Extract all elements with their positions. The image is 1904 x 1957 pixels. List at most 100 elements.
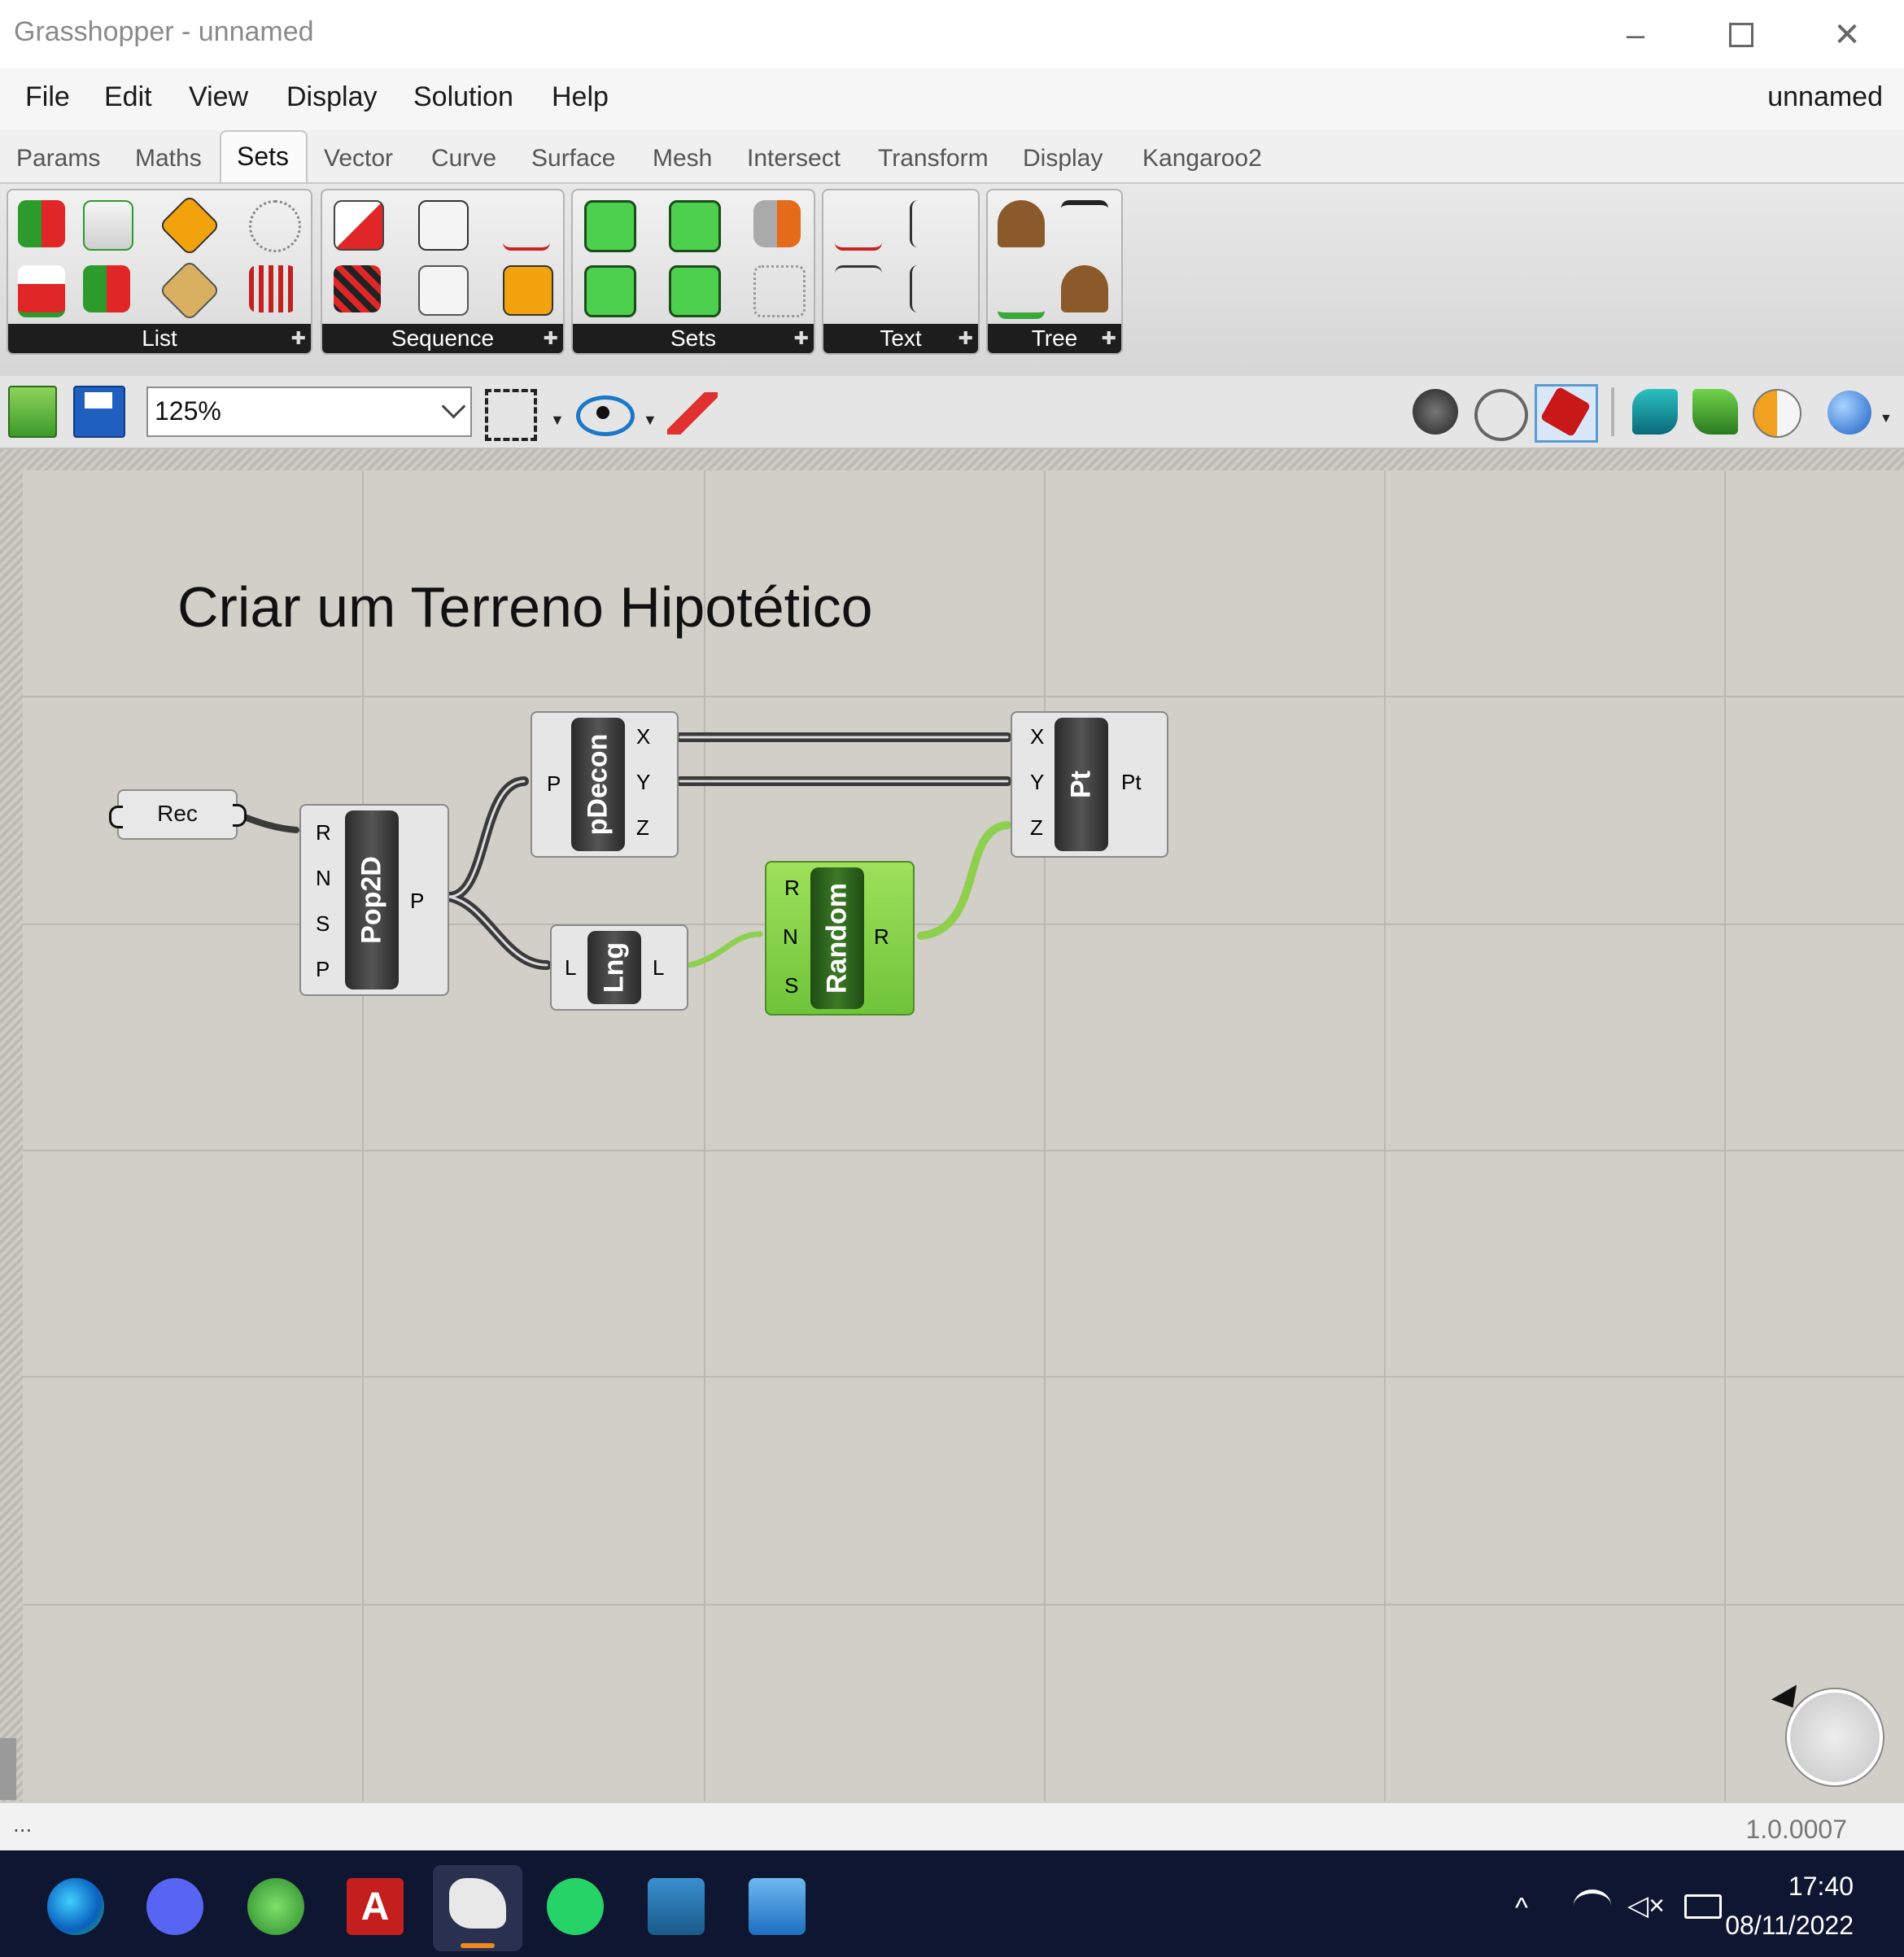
tab-kangaroo2[interactable]: Kangaroo2 [1142, 145, 1262, 173]
set-difference-icon[interactable] [584, 265, 636, 317]
random-sequence-icon[interactable] [503, 200, 550, 251]
duplicate-data-icon[interactable] [503, 265, 553, 316]
menu-file[interactable]: File [25, 81, 70, 113]
cull-index-icon[interactable] [334, 200, 384, 251]
chevron-down-icon[interactable]: ▼ [550, 412, 565, 429]
tab-display[interactable]: Display [1023, 145, 1103, 173]
chevron-down-icon [441, 394, 466, 419]
tab-mesh[interactable]: Mesh [653, 145, 712, 173]
pt-name-bar: Pt [1055, 718, 1108, 851]
list-length-icon[interactable] [18, 265, 65, 317]
rec-input-grip[interactable] [109, 806, 123, 828]
canvas-border-left [0, 449, 23, 1802]
sketch-pen-icon[interactable] [667, 392, 718, 435]
preview-eye-icon[interactable] [576, 395, 635, 436]
menu-solution[interactable]: Solution [413, 81, 513, 113]
pop2d-component[interactable]: R N S P Pop2D P [299, 804, 449, 996]
sort-list-icon[interactable] [83, 200, 133, 251]
save-file-icon[interactable] [73, 386, 125, 438]
clock-date[interactable]: 08/11/2022 [1725, 1911, 1854, 1941]
rec-param-component[interactable]: Rec [117, 789, 238, 840]
weave-icon[interactable] [158, 259, 221, 322]
speaker-muted-icon[interactable]: ◁× [1627, 1889, 1665, 1922]
menu-display[interactable]: Display [286, 81, 377, 113]
open-file-icon[interactable] [8, 386, 57, 438]
minimize-button[interactable]: – [1611, 15, 1660, 55]
dispatch-icon[interactable] [158, 194, 221, 257]
preview-wireframe-icon[interactable] [1413, 389, 1458, 435]
member-index-icon[interactable] [753, 200, 801, 247]
rec-output-grip[interactable] [233, 804, 247, 827]
clock-time[interactable]: 17:40 [1788, 1872, 1854, 1902]
sims-app-icon[interactable] [247, 1878, 304, 1935]
series-icon[interactable] [418, 265, 469, 316]
tab-transform[interactable]: Transform [878, 145, 989, 173]
status-bar [0, 1802, 1904, 1852]
pdecon-component[interactable]: P pDecon X Y Z [531, 711, 679, 858]
range-icon[interactable] [418, 200, 469, 251]
tab-surface[interactable]: Surface [531, 145, 615, 173]
lng-component[interactable]: L Lng L [550, 924, 688, 1011]
menu-help[interactable]: Help [552, 81, 609, 113]
close-button[interactable]: ✕ [1823, 15, 1871, 55]
set-intersection-icon[interactable] [669, 200, 721, 252]
panel-tree: Tree ✚ [986, 189, 1123, 355]
graft-tree-icon[interactable] [998, 265, 1045, 319]
whatsapp-app-icon[interactable] [547, 1878, 604, 1935]
carthesian-product-icon[interactable] [753, 265, 806, 317]
list-item-icon[interactable] [18, 200, 65, 247]
set-union-icon[interactable] [584, 200, 636, 252]
shift-list-icon[interactable] [249, 265, 296, 312]
random-name: Random [821, 883, 853, 994]
display-material-icon[interactable] [1753, 389, 1801, 438]
tab-vector[interactable]: Vector [324, 145, 393, 173]
pdecon-name: pDecon [582, 733, 614, 836]
text-join-icon[interactable] [910, 200, 959, 247]
create-set-icon[interactable] [669, 265, 721, 317]
chevron-up-icon[interactable]: ^ [1515, 1893, 1528, 1924]
chevron-down-icon[interactable]: ▼ [1880, 412, 1893, 426]
preview-selected-button[interactable] [1535, 384, 1598, 443]
document-name: unnamed [1767, 81, 1883, 112]
zoom-dropdown[interactable]: 125% [146, 387, 472, 437]
menu-edit[interactable]: Edit [104, 81, 152, 113]
flatten-tree-icon[interactable] [1061, 200, 1108, 252]
wifi-icon[interactable] [1574, 1889, 1611, 1921]
pt-component[interactable]: X Y Z Pt Pt [1011, 711, 1168, 858]
tab-params[interactable]: Params [16, 145, 100, 173]
chevron-down-icon[interactable]: ▼ [643, 412, 657, 429]
display-teal-icon[interactable] [1632, 389, 1678, 435]
photos-app-icon[interactable] [749, 1878, 806, 1935]
sims-launcher-icon[interactable] [648, 1878, 705, 1935]
cull-nth-icon[interactable] [334, 265, 381, 312]
tab-maths[interactable]: Maths [135, 145, 202, 173]
tab-sets[interactable]: Sets [237, 142, 289, 172]
pdecon-input-p: P [547, 771, 561, 796]
text-split-icon[interactable] [835, 200, 882, 251]
simplify-tree-icon[interactable] [1061, 265, 1108, 312]
zoom-value: 125% [155, 396, 221, 426]
rhino-app-active[interactable] [433, 1865, 522, 1951]
tab-curve[interactable]: Curve [431, 145, 496, 173]
battery-icon[interactable] [1684, 1894, 1722, 1919]
preview-shaded-icon[interactable] [1474, 389, 1528, 441]
menu-view[interactable]: View [189, 81, 248, 113]
zoom-extents-icon[interactable] [485, 389, 537, 441]
maximize-button[interactable] [1717, 15, 1766, 55]
prune-tree-icon[interactable] [998, 200, 1045, 247]
autocad-app-icon[interactable]: A [347, 1878, 404, 1935]
sort-text-icon[interactable] [910, 265, 959, 312]
discord-app-icon[interactable] [146, 1878, 203, 1935]
grasshopper-canvas[interactable] [0, 449, 1904, 1802]
tab-intersect[interactable]: Intersect [747, 145, 841, 173]
canvas-navigator-icon[interactable] [1787, 1689, 1883, 1785]
text-fragment-icon[interactable] [835, 265, 882, 315]
reverse-list-icon[interactable] [83, 265, 130, 312]
display-green-icon[interactable] [1692, 389, 1738, 435]
cull-pattern-icon[interactable] [249, 200, 301, 252]
pt-input-y: Y [1030, 770, 1045, 794]
edge-app-icon[interactable] [47, 1878, 104, 1935]
display-sphere-icon[interactable] [1828, 391, 1871, 435]
canvas-scrollbar[interactable] [0, 1738, 16, 1800]
random-component[interactable]: R N S Random R [765, 861, 915, 1016]
